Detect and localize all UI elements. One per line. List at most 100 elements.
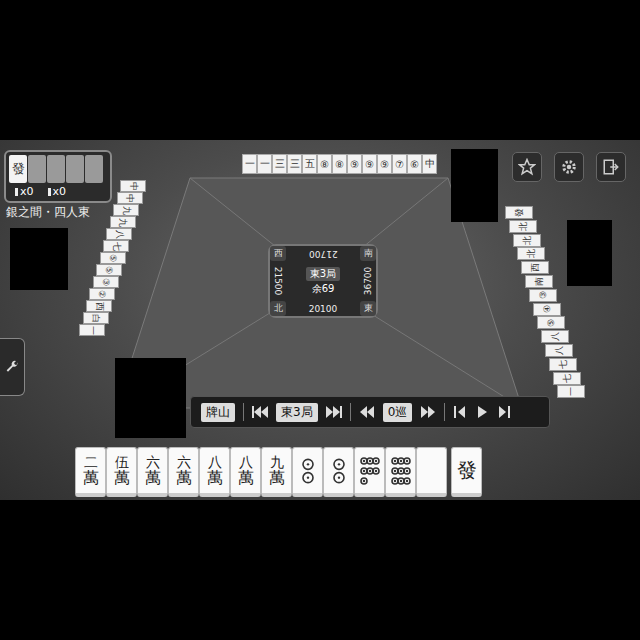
left-player-tile: ⑤ xyxy=(96,264,122,276)
wall-button[interactable]: 牌山 xyxy=(201,403,235,422)
hand-tile[interactable]: 九萬 xyxy=(261,447,292,497)
left-player-tile: ② xyxy=(89,288,115,300)
right-player-tile: 北 xyxy=(509,220,537,233)
left-player-tile: ⑤ xyxy=(100,252,126,264)
fast-forward-icon[interactable] xyxy=(420,405,436,419)
right-player-tile: 七 xyxy=(553,372,581,385)
dora-panel: 發 x0x0 xyxy=(4,150,112,203)
opponent-tile: 三 xyxy=(287,154,302,174)
top-letterbox xyxy=(0,0,640,140)
opponent-tile: ⑦ xyxy=(392,154,407,174)
favorite-button[interactable] xyxy=(512,152,542,182)
hand-tile[interactable]: 伍萬 xyxy=(106,447,137,497)
round-label: 東3局 xyxy=(306,267,340,281)
stick-icon xyxy=(48,188,51,196)
right-player-tile: 西 xyxy=(521,261,549,274)
left-player-tile: 七 xyxy=(103,240,129,252)
opponent-tile: ⑧ xyxy=(332,154,347,174)
turn-selector[interactable]: 0巡 xyxy=(383,403,413,422)
round-info-panel: 西 21700 南 21500 東3局 余69 36700 北 20100 東 xyxy=(268,244,378,318)
right-player-tile: 北 xyxy=(513,234,541,247)
opponent-tile: ⑨ xyxy=(377,154,392,174)
dora-tile-hidden xyxy=(85,155,103,183)
left-player-tile: 九 xyxy=(110,216,136,228)
right-player-tile: ③ xyxy=(529,289,557,302)
exit-icon xyxy=(602,158,620,176)
hand-tile[interactable] xyxy=(385,447,416,497)
opponent-tile: 中 xyxy=(422,154,437,174)
exit-button[interactable] xyxy=(596,152,626,182)
avatar-cover xyxy=(115,358,186,438)
hand-tile[interactable]: 六萬 xyxy=(137,447,168,497)
star-icon xyxy=(518,158,536,176)
hand-tile[interactable]: 八萬 xyxy=(230,447,261,497)
opponent-tile: 一 xyxy=(242,154,257,174)
avatar-cover xyxy=(567,220,612,286)
step-back-icon[interactable] xyxy=(453,405,467,419)
rewind-icon[interactable] xyxy=(359,405,375,419)
right-player-tile: ⑤ xyxy=(537,316,565,329)
stick-counter: x0 xyxy=(15,185,34,198)
hand-tile[interactable] xyxy=(292,447,323,497)
opponent-tile: ⑨ xyxy=(347,154,362,174)
pin-dots-icon xyxy=(327,451,351,491)
right-player-tile: 南 xyxy=(525,275,553,288)
seat-score: 21500 xyxy=(270,261,286,301)
avatar-cover xyxy=(10,228,68,290)
step-forward-icon[interactable] xyxy=(497,405,511,419)
hand-tile[interactable]: 八萬 xyxy=(199,447,230,497)
left-player-tile: ③ xyxy=(93,276,119,288)
dora-tile-hidden xyxy=(47,155,65,183)
remaining-tiles: 余69 xyxy=(312,282,335,296)
right-player-tile: 發 xyxy=(505,206,533,219)
room-label: 銀之間・四人東 xyxy=(6,204,90,221)
hand-tile[interactable]: 發 xyxy=(451,447,482,497)
bottom-letterbox xyxy=(0,500,640,640)
wrench-icon xyxy=(4,359,20,375)
right-player-tile: ④ xyxy=(533,303,561,316)
separator xyxy=(350,403,351,421)
hand-tile[interactable]: 六萬 xyxy=(168,447,199,497)
separator xyxy=(243,403,244,421)
right-player-tile: 八 xyxy=(545,344,573,357)
play-icon[interactable] xyxy=(475,405,489,419)
left-player-tile: 一 xyxy=(79,324,105,336)
player-hand: 二萬伍萬六萬六萬八萬八萬九萬發 xyxy=(75,447,482,497)
seat-wind: 北 xyxy=(270,301,286,316)
left-player-tile: 中 xyxy=(120,180,146,192)
last-round-icon[interactable] xyxy=(326,405,342,419)
pin-dots-icon xyxy=(389,451,413,491)
top-player-hand: 一一三三五⑧⑧⑨⑨⑨⑦⑥中 xyxy=(242,154,437,174)
seat-wind: 南 xyxy=(360,246,376,261)
seat-score: 20100 xyxy=(286,301,360,316)
settings-button[interactable] xyxy=(554,152,584,182)
pin-dots-icon xyxy=(296,451,320,491)
right-player-tile: 北 xyxy=(517,247,545,260)
opponent-tile: ⑨ xyxy=(362,154,377,174)
hand-tile[interactable] xyxy=(354,447,385,497)
seat-wind: 西 xyxy=(270,246,286,261)
replay-controls: 牌山 東3局 0巡 xyxy=(190,396,550,428)
opponent-tile: 一 xyxy=(257,154,272,174)
game-table: 發 x0x0 銀之間・四人東 一一三三五⑧⑧⑨⑨⑨⑦⑥中 中中九九八七⑤⑤③②西… xyxy=(0,140,640,500)
hand-tile[interactable]: 二萬 xyxy=(75,447,106,497)
round-selector[interactable]: 東3局 xyxy=(276,403,318,422)
opponent-tile: 五 xyxy=(302,154,317,174)
seat-score: 36700 xyxy=(360,261,376,301)
right-player-tile: 八 xyxy=(541,330,569,343)
hand-tile[interactable] xyxy=(323,447,354,497)
avatar-cover xyxy=(451,149,498,222)
seat-wind: 東 xyxy=(360,301,376,316)
opponent-tile: 三 xyxy=(272,154,287,174)
first-round-icon[interactable] xyxy=(252,405,268,419)
round-box: 東3局 余69 xyxy=(286,261,360,301)
dora-tile-hidden xyxy=(28,155,46,183)
opponent-tile: ⑥ xyxy=(407,154,422,174)
tool-button[interactable] xyxy=(0,338,25,396)
screen: 發 x0x0 銀之間・四人東 一一三三五⑧⑧⑨⑨⑨⑦⑥中 中中九九八七⑤⑤③②西… xyxy=(0,0,640,640)
dora-tile: 發 xyxy=(9,155,27,183)
opponent-tile: ⑧ xyxy=(317,154,332,174)
gear-icon xyxy=(560,158,578,176)
hand-tile[interactable] xyxy=(416,447,447,497)
left-player-tile: 八 xyxy=(106,228,132,240)
